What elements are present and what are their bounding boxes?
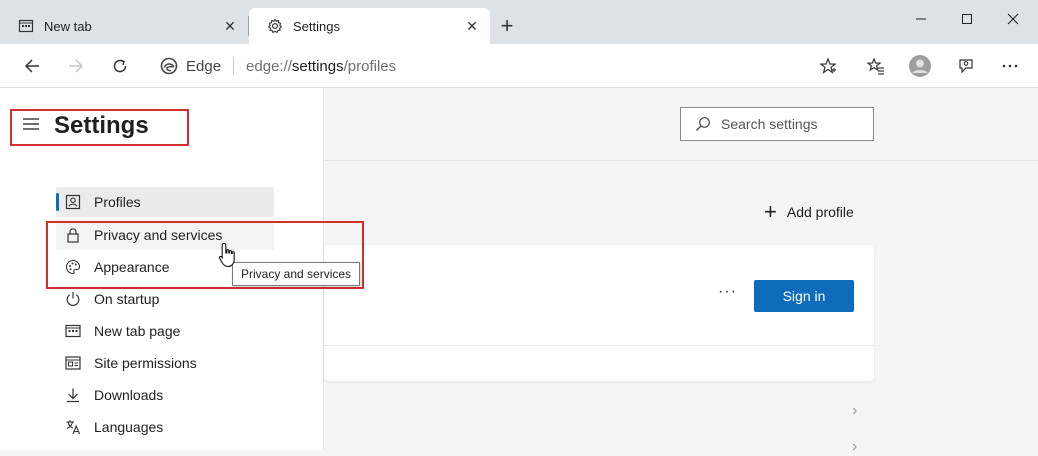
browser-toolbar: Edge edge://settings/profiles	[0, 44, 1038, 88]
new-tab-button[interactable]: +	[496, 13, 518, 38]
download-icon	[64, 386, 82, 404]
back-button[interactable]	[18, 52, 46, 80]
search-settings-input[interactable]: Search settings	[680, 107, 874, 141]
avatar-icon	[909, 55, 931, 77]
tab-new-tab[interactable]: New tab ✕	[0, 8, 249, 44]
newtab-page-icon	[18, 18, 34, 34]
sidebar-item-label: Downloads	[94, 387, 164, 403]
sidebar-item-site-permissions[interactable]: Site permissions	[56, 348, 274, 378]
sidebar-item-profiles[interactable]: Profiles	[56, 187, 274, 217]
tab-title: Settings	[293, 18, 340, 34]
profile-more-button[interactable]: ···	[718, 283, 737, 301]
hand-cursor-icon	[218, 242, 238, 273]
languages-icon	[64, 418, 82, 436]
back-arrow-icon	[24, 59, 39, 73]
omnibox-divider	[233, 57, 235, 75]
more-menu-button[interactable]	[996, 52, 1024, 80]
profile-icon	[64, 193, 82, 211]
sidebar-item-label: Site permissions	[94, 355, 197, 371]
plus-icon: +	[764, 199, 777, 224]
power-icon	[64, 290, 82, 308]
search-placeholder: Search settings	[721, 116, 818, 132]
profile-avatar-button[interactable]	[906, 52, 934, 80]
chevron-right-icon[interactable]: ›	[852, 438, 857, 456]
sidebar-item-label: On startup	[94, 291, 160, 307]
card-divider	[324, 345, 874, 346]
close-icon[interactable]: ✕	[222, 18, 238, 34]
forward-button[interactable]	[62, 52, 90, 80]
gear-icon	[267, 18, 283, 34]
feedback-icon	[959, 59, 973, 74]
address-bar[interactable]: Edge edge://settings/profiles	[150, 49, 850, 83]
url-path: /profiles	[343, 57, 397, 75]
feedback-button[interactable]	[952, 52, 980, 80]
add-profile-label: Add profile	[786, 204, 854, 220]
sidebar-item-new-tab-page[interactable]: New tab page	[56, 316, 274, 346]
profile-card: ··· Sign in	[324, 245, 874, 381]
minimize-button[interactable]	[898, 6, 944, 32]
annotation-box-settings-title	[10, 109, 189, 146]
sidebar-item-label: New tab page	[94, 323, 181, 339]
favorites-button[interactable]	[862, 52, 890, 80]
sign-in-button[interactable]: Sign in	[754, 280, 854, 312]
site-name: Edge	[186, 57, 222, 75]
sidebar-item-languages[interactable]: Languages	[56, 412, 274, 442]
tab-settings[interactable]: Settings ✕	[249, 8, 490, 44]
close-icon[interactable]: ✕	[464, 18, 480, 34]
tab-title: New tab	[44, 18, 92, 34]
site-permissions-icon	[64, 354, 82, 372]
add-profile-button[interactable]: + Add profile	[764, 199, 854, 224]
ellipsis-icon	[1002, 64, 1018, 68]
tooltip: Privacy and services	[232, 262, 361, 286]
forward-arrow-icon	[69, 59, 84, 73]
sidebar-item-label: Languages	[94, 419, 164, 435]
newtab-page-icon	[64, 322, 82, 340]
star-icon	[819, 57, 837, 74]
close-window-button[interactable]	[990, 6, 1036, 32]
tab-strip: New tab ✕ Settings ✕ +	[0, 0, 1038, 44]
url-host: settings	[291, 57, 344, 75]
settings-content: Search settings + Add profile ··· Sign i…	[324, 88, 1038, 455]
favorite-star-button[interactable]	[814, 52, 842, 80]
sidebar-item-downloads[interactable]: Downloads	[56, 380, 274, 410]
sidebar-item-label: Profiles	[94, 194, 141, 210]
refresh-button[interactable]	[106, 52, 134, 80]
search-icon	[695, 116, 711, 132]
edge-logo-icon	[160, 57, 178, 75]
maximize-button[interactable]	[944, 6, 990, 32]
url-scheme: edge://	[246, 57, 292, 75]
favorites-icon	[867, 57, 884, 75]
chevron-right-icon[interactable]: ›	[852, 402, 857, 420]
refresh-icon	[113, 59, 127, 73]
content-header: Search settings	[324, 88, 1038, 161]
